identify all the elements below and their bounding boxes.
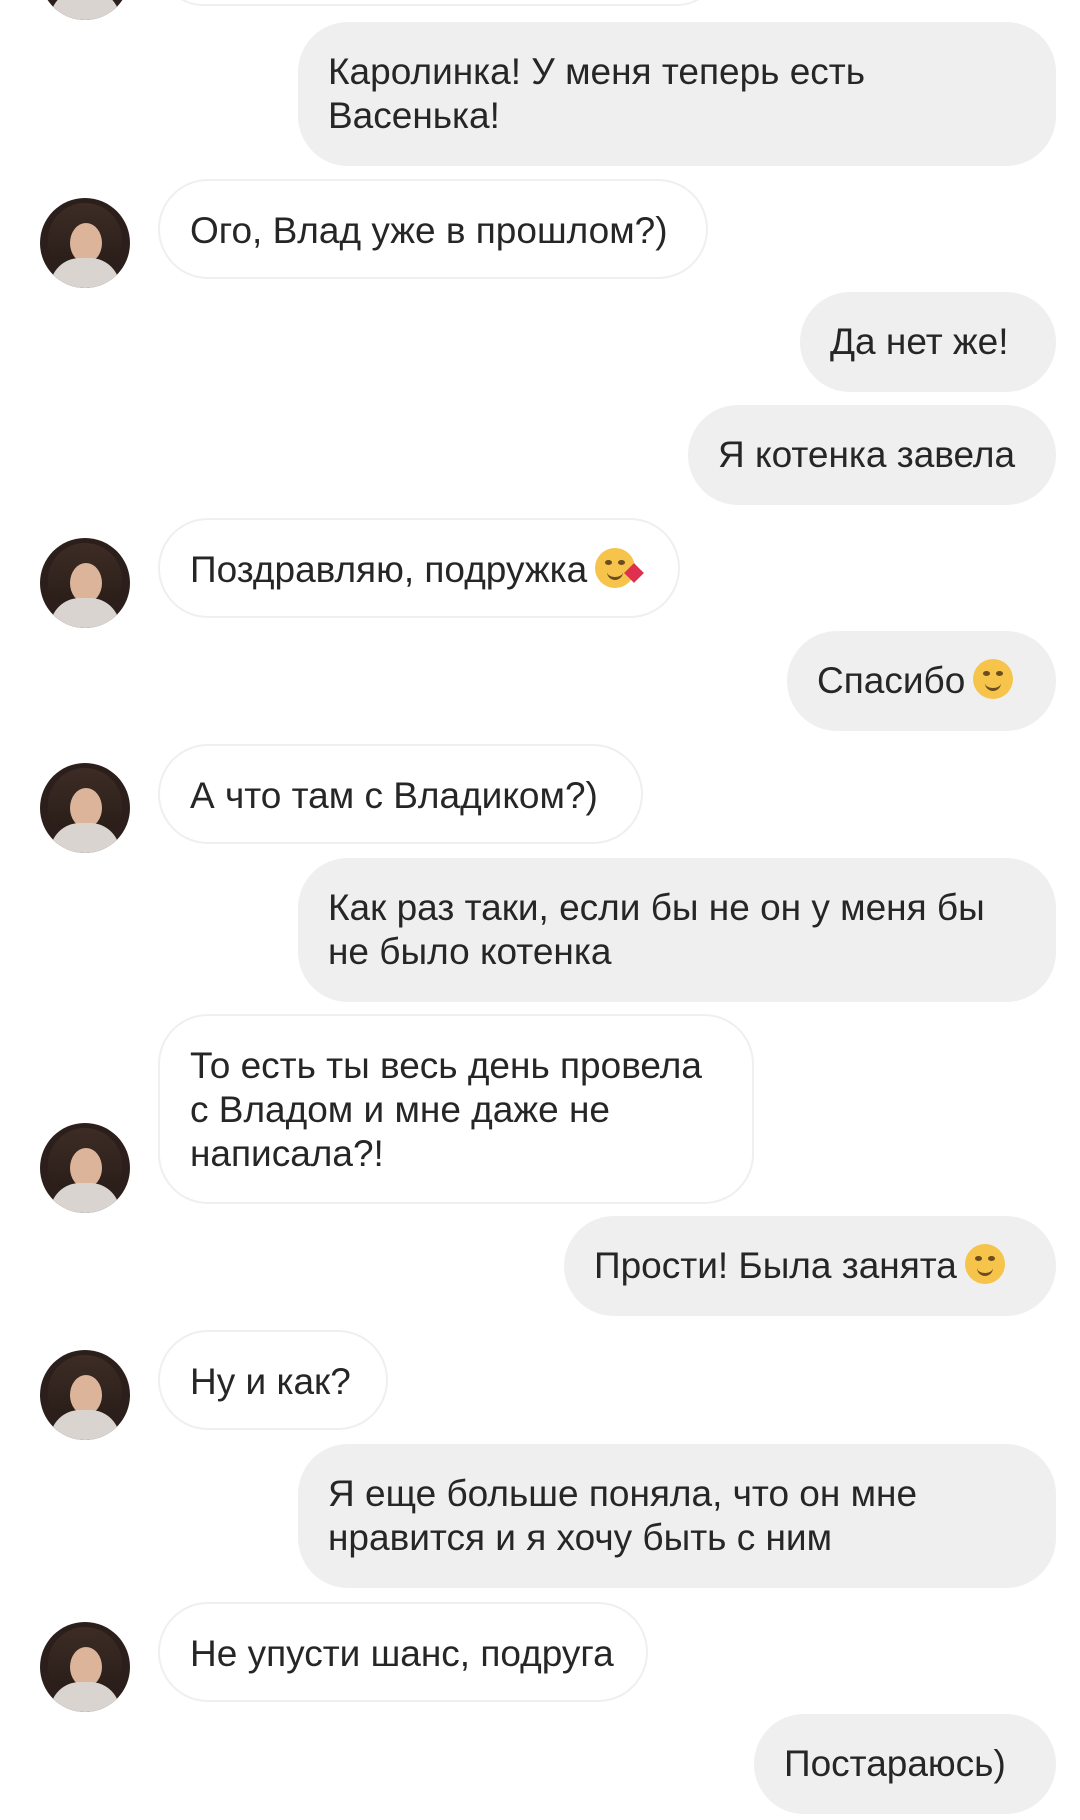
message-bubble-outgoing[interactable]: Как раз таки, если бы не он у меня бы не… — [298, 858, 1056, 1002]
message-text: Да нет же! — [830, 321, 1009, 362]
message-text: Ого, Влад уже в прошлом?) — [190, 210, 668, 251]
message-bubble-outgoing[interactable]: Я еще больше поняла, что он мне нравится… — [298, 1444, 1056, 1588]
avatar — [40, 1350, 130, 1440]
message-text: Постараюсь) — [784, 1743, 1006, 1784]
message-bubble-incoming[interactable]: То есть ты весь день провела с Владом и … — [158, 1014, 754, 1204]
message-bubble-incoming[interactable]: А что там с Владиком?) — [158, 744, 643, 844]
message-text: Как раз таки, если бы не он у меня бы не… — [328, 887, 985, 972]
message-text: То есть ты весь день провела с Владом и … — [190, 1045, 702, 1174]
message-bubble-incoming[interactable]: Не упусти шанс, подруга — [158, 1602, 648, 1702]
message-bubble-partial — [160, 0, 720, 6]
avatar — [40, 0, 130, 20]
message-bubble-incoming[interactable]: Ого, Влад уже в прошлом?) — [158, 179, 708, 279]
winking-face-emoji-icon — [964, 1244, 1005, 1284]
message-bubble-incoming[interactable]: Ну и как? — [158, 1330, 388, 1430]
smiling-face-emoji-icon — [973, 659, 1014, 699]
message-text: Ну и как? — [190, 1361, 351, 1402]
message-text: Поздравляю, подружка — [190, 549, 588, 590]
avatar — [40, 1622, 130, 1712]
message-bubble-outgoing[interactable]: Да нет же! — [800, 292, 1056, 392]
message-text: А что там с Владиком?) — [190, 775, 598, 816]
message-bubble-outgoing[interactable]: Каролинка! У меня теперь есть Васенька! — [298, 22, 1056, 166]
message-bubble-outgoing[interactable]: Постараюсь) — [754, 1714, 1056, 1814]
avatar — [40, 1123, 130, 1213]
message-bubble-outgoing[interactable]: Прости! Была занята — [564, 1216, 1056, 1316]
message-text: Я котенка завела — [718, 434, 1016, 475]
message-text: Не упусти шанс, подруга — [190, 1633, 614, 1674]
avatar — [40, 763, 130, 853]
message-text: Прости! Была занята — [594, 1245, 957, 1286]
message-text: Я еще больше поняла, что он мне нравится… — [328, 1473, 918, 1558]
message-text: Каролинка! У меня теперь есть Васенька! — [328, 51, 866, 136]
avatar — [40, 198, 130, 288]
kissing-face-emoji-icon — [595, 548, 645, 588]
message-bubble-incoming[interactable]: Поздравляю, подружка — [158, 518, 680, 618]
message-text: Спасибо — [817, 660, 966, 701]
message-bubble-outgoing[interactable]: Спасибо — [787, 631, 1056, 731]
message-bubble-outgoing[interactable]: Я котенка завела — [688, 405, 1056, 505]
avatar — [40, 538, 130, 628]
